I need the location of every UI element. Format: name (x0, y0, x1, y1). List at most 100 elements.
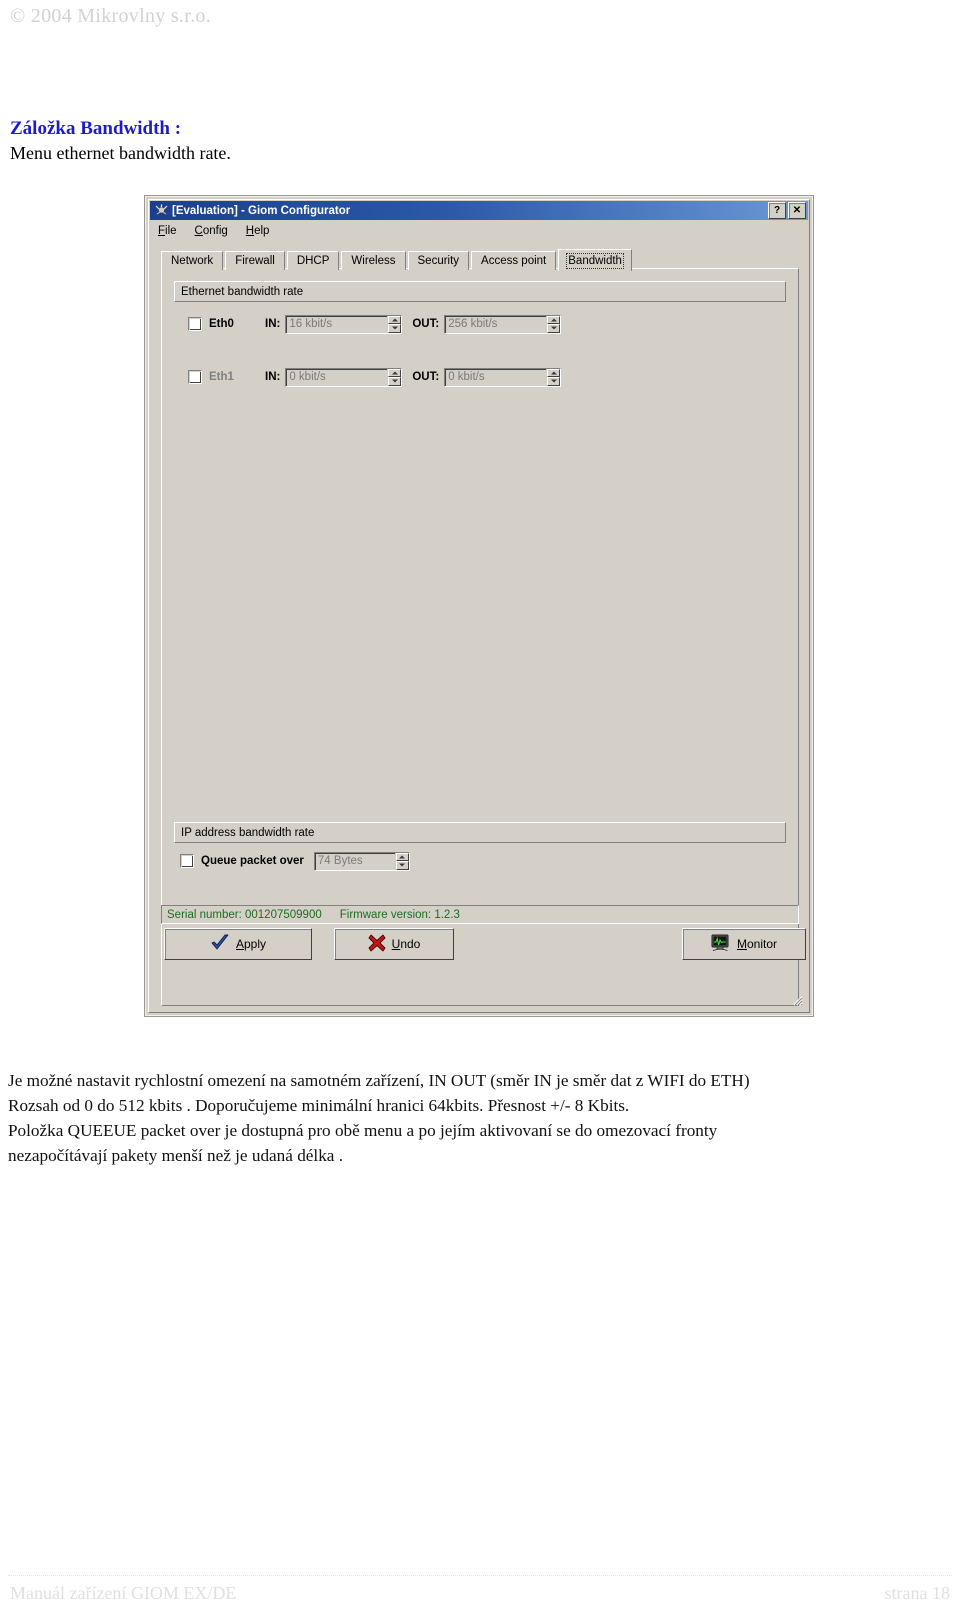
eth0-in-label: IN: (265, 318, 281, 330)
monitor-button-label: Monitor (736, 937, 778, 951)
menu-config-rest: onfig (202, 225, 228, 237)
apply-button-label-rest: pply (244, 937, 267, 951)
eth0-row: Eth0 IN: 16 kbit/s OUT: 256 kbit/s (188, 314, 562, 334)
eth1-in-spin-up-icon[interactable] (388, 368, 402, 377)
tab-wireless[interactable]: Wireless (341, 251, 406, 270)
window-client-area: Network Firewall DHCP Wireless Security … (153, 244, 806, 1008)
eth1-in-spinner[interactable]: 0 kbit/s (285, 367, 403, 387)
queue-packet-checkbox[interactable] (180, 854, 194, 868)
eth0-out-value[interactable]: 256 kbit/s (445, 315, 547, 333)
ip-bandwidth-group-header: IP address bandwidth rate (174, 822, 786, 843)
eth0-in-value[interactable]: 16 kbit/s (286, 315, 388, 333)
eth1-out-label: OUT: (412, 371, 440, 383)
queue-packet-value[interactable]: 74 Bytes (314, 852, 395, 870)
description-line-2: Rozsah od 0 do 512 kbits . Doporučujeme … (8, 1096, 630, 1115)
giom-configurator-window: [Evaluation] - Giom Configurator ? ✕ Fil… (144, 195, 814, 1017)
menu-file[interactable]: File (155, 224, 180, 238)
eth0-out-spinner[interactable]: 256 kbit/s (444, 314, 562, 334)
monitor-icon (711, 934, 731, 955)
status-bar: Serial number: 001207509900 Firmware ver… (161, 905, 799, 924)
ethernet-bandwidth-group-title: Ethernet bandwidth rate (181, 285, 304, 298)
eth1-in-label: IN: (265, 371, 281, 383)
tab-bandwidth-label: Bandwidth (566, 252, 624, 269)
serial-number-value: 001207509900 (245, 908, 322, 921)
apply-button-label: Apply (235, 937, 267, 951)
eth0-out-spin-down-icon[interactable] (547, 324, 561, 333)
window-title: [Evaluation] - Giom Configurator (172, 204, 351, 217)
eth1-in-spin-down-icon[interactable] (388, 377, 402, 386)
serial-number-label: Serial number: (167, 908, 242, 921)
firmware-version-value: 1.2.3 (434, 908, 460, 921)
eth0-out-spin-up-icon[interactable] (547, 315, 561, 324)
undo-button-label: Undo (391, 937, 421, 951)
tab-network[interactable]: Network (161, 251, 224, 270)
eth0-in-spin-buttons[interactable] (388, 315, 402, 333)
firmware-version-label: Firmware version: (339, 908, 432, 921)
tab-security[interactable]: Security (407, 251, 470, 270)
eth1-in-spin-buttons[interactable] (388, 368, 402, 386)
eth1-out-spin-up-icon[interactable] (547, 368, 561, 377)
footer-divider (8, 1575, 952, 1576)
eth0-in-spin-up-icon[interactable] (388, 315, 402, 324)
queue-packet-spin-down-icon[interactable] (395, 861, 409, 870)
tab-bandwidth[interactable]: Bandwidth (558, 249, 632, 271)
eth1-out-value[interactable]: 0 kbit/s (445, 368, 547, 386)
ip-bandwidth-group-title: IP address bandwidth rate (181, 826, 315, 839)
eth0-enable-checkbox[interactable] (188, 317, 202, 331)
eth1-out-spin-buttons[interactable] (547, 368, 561, 386)
undo-button[interactable]: Undo (334, 928, 454, 960)
queue-packet-spinner[interactable]: 74 Bytes (313, 851, 410, 871)
firmware-version-status: Firmware version: 1.2.3 (340, 909, 460, 921)
menu-help-rest: elp (254, 225, 270, 237)
tab-dhcp[interactable]: DHCP (286, 251, 340, 270)
eth1-out-spin-down-icon[interactable] (547, 377, 561, 386)
tab-access-point-label: Access point (481, 255, 547, 267)
undo-button-label-rest: ndo (400, 937, 421, 951)
apply-button[interactable]: Apply (164, 928, 312, 960)
eth1-enable-checkbox[interactable] (188, 370, 202, 384)
close-icon[interactable]: ✕ (788, 202, 806, 219)
tab-firewall-label: Firewall (235, 255, 275, 267)
tab-security-label: Security (417, 255, 460, 267)
help-button[interactable]: ? (768, 202, 786, 219)
menu-file-rest: ile (165, 225, 177, 237)
queue-packet-spin-buttons[interactable] (395, 852, 409, 870)
red-x-icon (368, 934, 386, 955)
monitor-button[interactable]: Monitor (682, 928, 806, 960)
description-line-3: Položka QUEEUE packet over je dostupná p… (8, 1121, 718, 1140)
eth1-in-value[interactable]: 0 kbit/s (286, 368, 388, 386)
footer-page-number: strana 18 (884, 1583, 950, 1603)
page-title: Záložka Bandwidth : (10, 118, 182, 139)
tab-firewall[interactable]: Firewall (225, 251, 285, 270)
menu-help[interactable]: Help (243, 224, 273, 238)
bandwidth-tab-page: Ethernet bandwidth rate Eth0 IN: 16 kbit… (161, 268, 799, 1006)
eth1-row: Eth1 IN: 0 kbit/s OUT: 0 kbit/s (188, 367, 562, 387)
window-frame: [Evaluation] - Giom Configurator ? ✕ Fil… (148, 199, 810, 1013)
eth1-label: Eth1 (209, 371, 234, 383)
description-line-1: Je možné nastavit rychlostní omezení na … (8, 1071, 750, 1090)
tab-strip: Network Firewall DHCP Wireless Security … (161, 248, 799, 271)
page-copyright: © 2004 Mikrovlny s.r.o. (10, 5, 211, 27)
eth0-out-label: OUT: (412, 318, 440, 330)
tab-access-point[interactable]: Access point (471, 251, 557, 270)
eth0-in-spinner[interactable]: 16 kbit/s (285, 314, 403, 334)
queue-packet-label: Queue packet over (201, 855, 304, 867)
ethernet-bandwidth-group-header: Ethernet bandwidth rate (174, 281, 786, 302)
menu-config[interactable]: Config (192, 224, 231, 238)
resize-grip[interactable] (789, 992, 803, 1006)
description-line-4: nezapočítávají pakety menší než je udaná… (8, 1146, 344, 1165)
monitor-button-label-rest: onitor (746, 937, 778, 951)
tab-wireless-label: Wireless (351, 255, 396, 267)
app-icon (154, 203, 169, 218)
eth0-out-spin-buttons[interactable] (547, 315, 561, 333)
footer-document-title: Manuál zařízení GIOM EX/DE (10, 1583, 237, 1603)
menubar: File Config Help (150, 221, 808, 242)
queue-packet-spin-up-icon[interactable] (395, 852, 409, 861)
eth1-out-spinner[interactable]: 0 kbit/s (444, 367, 562, 387)
window-titlebar[interactable]: [Evaluation] - Giom Configurator ? ✕ (150, 201, 808, 220)
page-subtitle: Menu ethernet bandwidth rate. (10, 143, 231, 163)
eth0-in-spin-down-icon[interactable] (388, 324, 402, 333)
queue-packet-row: Queue packet over 74 Bytes (180, 851, 410, 871)
check-icon (210, 934, 230, 955)
eth0-label: Eth0 (209, 318, 234, 330)
